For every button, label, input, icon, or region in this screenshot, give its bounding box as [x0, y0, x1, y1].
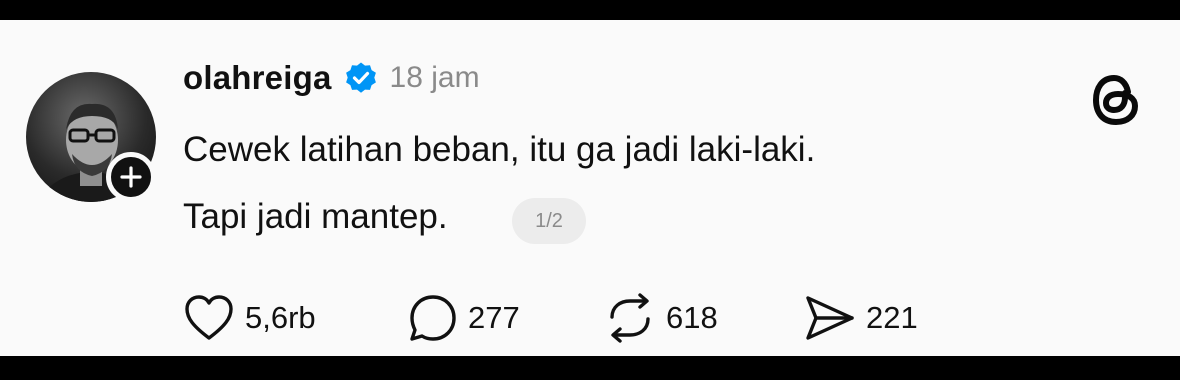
post-header: olahreiga 18 jam — [183, 58, 480, 98]
threads-logo-icon[interactable] — [1090, 72, 1142, 128]
reply-action[interactable]: 277 — [408, 292, 520, 344]
follow-button[interactable] — [106, 152, 156, 202]
repost-action[interactable]: 618 — [604, 292, 718, 344]
bottom-letterbox — [0, 356, 1180, 380]
top-letterbox — [0, 0, 1180, 20]
share-count: 221 — [866, 300, 918, 335]
heart-icon[interactable] — [183, 294, 235, 342]
post-text-line-2: Tapi jadi mantep. — [183, 197, 448, 236]
reply-count: 277 — [468, 300, 520, 335]
repost-icon[interactable] — [604, 293, 656, 343]
verified-badge-icon — [344, 61, 378, 95]
repost-count: 618 — [666, 300, 718, 335]
comment-bubble-icon[interactable] — [408, 293, 458, 343]
send-icon[interactable] — [804, 294, 856, 342]
carousel-page-indicator: 1/2 — [512, 198, 586, 244]
like-action[interactable]: 5,6rb — [183, 292, 316, 344]
thread-post: olahreiga 18 jam Cewek latihan beban, it… — [0, 20, 1180, 356]
post-timestamp[interactable]: 18 jam — [390, 61, 480, 95]
post-text-line-1: Cewek latihan beban, itu ga jadi laki-la… — [183, 130, 816, 169]
username[interactable]: olahreiga — [183, 59, 332, 97]
plus-icon — [120, 166, 142, 188]
like-count: 5,6rb — [245, 300, 316, 335]
avatar-container — [26, 72, 156, 202]
share-action[interactable]: 221 — [804, 292, 918, 344]
